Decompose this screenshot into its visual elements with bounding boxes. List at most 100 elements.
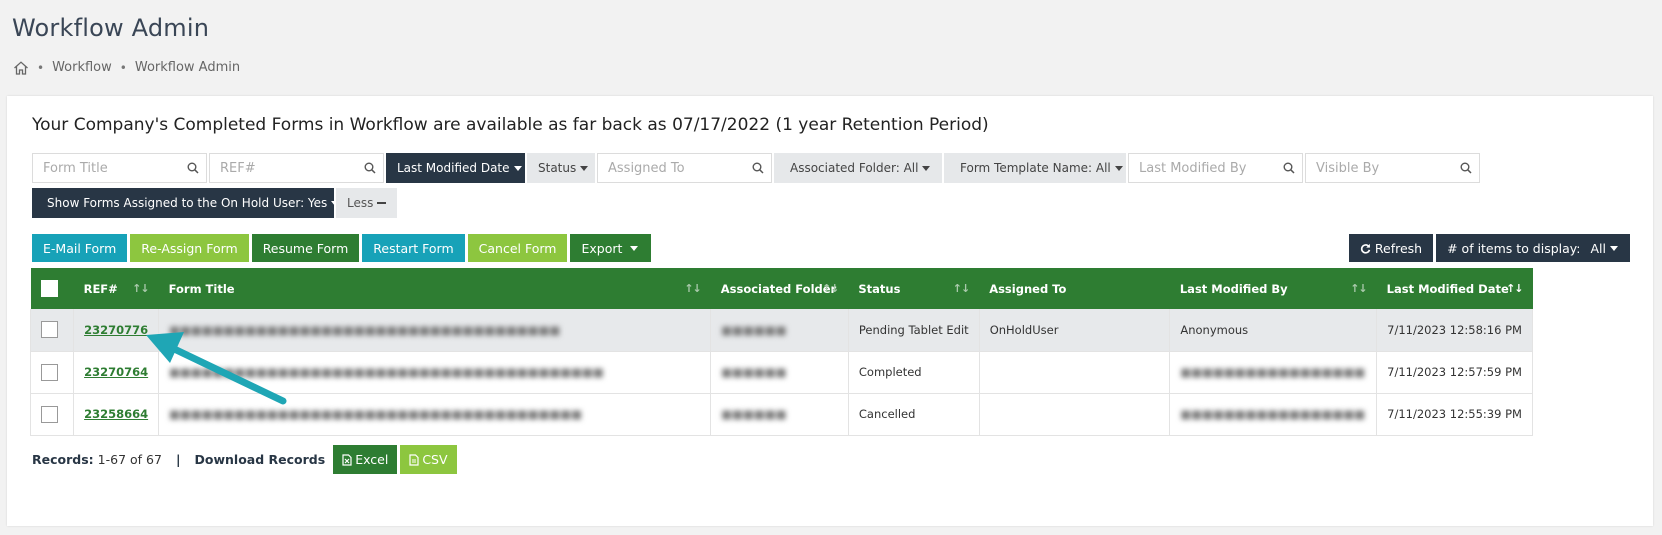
export-label: Export bbox=[581, 240, 623, 256]
ref-cell: 23258664 bbox=[73, 393, 160, 436]
modified-by-cell: Anonymous bbox=[1169, 309, 1378, 352]
sort-icon: ↑↓ bbox=[1506, 282, 1523, 295]
form-title-input[interactable] bbox=[33, 154, 206, 182]
col-status[interactable]: Status ↑↓ bbox=[848, 268, 980, 309]
col-last-modified-by[interactable]: Last Modified By ↑↓ bbox=[1169, 268, 1377, 309]
reassign-form-button[interactable]: Re-Assign Form bbox=[130, 234, 249, 262]
col-form-title[interactable]: Form Title ↑↓ bbox=[158, 268, 711, 309]
download-records-label: Download Records bbox=[194, 452, 326, 467]
last-modified-date-dropdown[interactable]: Last Modified Date bbox=[386, 153, 525, 183]
table-row[interactable]: 23270764 ■■■■■■■■■■■■■■■■■■■■■■■■■■■■■■■… bbox=[29, 351, 1533, 394]
col-last-modified-date[interactable]: Last Modified Date ↑↓ bbox=[1376, 268, 1533, 309]
modified-date-cell: 7/11/2023 12:57:59 PM bbox=[1376, 351, 1533, 394]
form-template-name-dropdown[interactable]: Form Template Name: All bbox=[944, 153, 1126, 183]
visible-by-input[interactable] bbox=[1306, 154, 1479, 182]
form-title-filter bbox=[32, 153, 207, 183]
ref-filter bbox=[209, 153, 384, 183]
redacted-text: ■■■■■■■■■■■■■■■■■■■■■■■■■■■■■■■■■■■■ bbox=[169, 322, 561, 337]
redacted-text: ■■■■■■ bbox=[721, 365, 787, 379]
modified-date-cell: 7/11/2023 12:58:16 PM bbox=[1376, 309, 1533, 352]
col-last-modified-by-label: Last Modified By bbox=[1179, 281, 1288, 296]
chevron-down-icon bbox=[1114, 165, 1123, 171]
row-checkbox[interactable] bbox=[41, 363, 58, 381]
ref-link[interactable]: 23270776 bbox=[84, 323, 148, 337]
folder-cell: ■■■■■■ bbox=[710, 351, 849, 394]
cancel-form-button[interactable]: Cancel Form bbox=[467, 234, 568, 262]
resume-form-button[interactable]: Resume Form bbox=[251, 234, 360, 262]
chevron-down-icon bbox=[630, 245, 639, 251]
ref-link[interactable]: 23258664 bbox=[84, 407, 148, 421]
restart-form-button[interactable]: Restart Form bbox=[362, 234, 465, 262]
filter-row: Show Forms Assigned to the On Hold User:… bbox=[32, 188, 398, 218]
forms-table: REF# ↑↓ Form Title ↑↓ Associated Folder ↑↓ … bbox=[29, 268, 1533, 436]
show-on-hold-dropdown[interactable]: Show Forms Assigned to the On Hold User:… bbox=[32, 188, 340, 218]
redacted-text: ■■■■■■ bbox=[721, 322, 787, 337]
csv-file-icon bbox=[409, 453, 419, 466]
select-all-header bbox=[30, 268, 74, 309]
records-count: 1-67 of 67 bbox=[97, 452, 162, 467]
separator: | bbox=[175, 452, 181, 467]
assigned-to-cell bbox=[979, 393, 1171, 436]
redacted-text: ■■■■■■■■■■■■■■■■■ bbox=[1180, 407, 1366, 421]
associated-folder-dropdown[interactable]: Associated Folder: All bbox=[774, 153, 942, 183]
col-ref-label: REF# bbox=[83, 281, 118, 296]
breadcrumb-separator: • bbox=[37, 60, 45, 75]
col-ref[interactable]: REF# ↑↓ bbox=[73, 268, 159, 309]
email-form-button[interactable]: E-Mail Form bbox=[32, 234, 128, 262]
assigned-to-input[interactable] bbox=[598, 154, 771, 182]
row-checkbox[interactable] bbox=[41, 321, 58, 339]
items-to-display-value: All bbox=[1590, 240, 1607, 256]
select-all-checkbox[interactable] bbox=[40, 280, 58, 297]
status-cell: Pending Tablet Edit bbox=[848, 309, 980, 352]
csv-button[interactable]: CSV bbox=[400, 445, 457, 474]
chevron-down-icon bbox=[513, 165, 522, 171]
table-row[interactable]: 23270776 ■■■■■■■■■■■■■■■■■■■■■■■■■■■■■■■… bbox=[29, 309, 1533, 352]
excel-button[interactable]: Excel bbox=[333, 445, 398, 474]
sort-icon: ↑↓ bbox=[684, 282, 701, 295]
row-select-cell bbox=[29, 309, 75, 352]
breadcrumb-separator: • bbox=[119, 60, 127, 75]
retention-notice: Your Company's Completed Forms in Workfl… bbox=[32, 115, 989, 135]
col-assigned-to[interactable]: Assigned To bbox=[979, 268, 1170, 309]
sort-icon: ↑↓ bbox=[132, 282, 149, 295]
table-footer: Records: 1-67 of 67 | Download Records E… bbox=[32, 445, 460, 474]
associated-folder-label: Associated Folder: All bbox=[790, 161, 919, 175]
records-label: Records: bbox=[32, 452, 94, 467]
row-select-cell bbox=[29, 393, 75, 436]
refresh-icon bbox=[1360, 243, 1371, 254]
redacted-text: ■■■■■■■■■■■■■■■■■ bbox=[1180, 365, 1366, 379]
col-status-label: Status bbox=[858, 281, 901, 296]
status-dropdown[interactable]: Status bbox=[527, 153, 595, 183]
col-associated-folder[interactable]: Associated Folder ↑↓ bbox=[710, 268, 849, 309]
sort-icon: ↑↓ bbox=[821, 282, 839, 295]
page-title: Workflow Admin bbox=[12, 14, 210, 42]
refresh-label: Refresh bbox=[1374, 240, 1423, 256]
breadcrumb: • Workflow • Workflow Admin bbox=[13, 60, 240, 75]
ref-cell: 23270776 bbox=[73, 309, 160, 352]
status-cell: Cancelled bbox=[848, 393, 980, 436]
minus-icon bbox=[377, 202, 387, 204]
main-card: Your Company's Completed Forms in Workfl… bbox=[7, 96, 1653, 526]
ref-input[interactable] bbox=[210, 154, 383, 182]
less-label: Less bbox=[347, 196, 374, 210]
visible-by-filter bbox=[1305, 153, 1480, 183]
assigned-to-cell bbox=[979, 351, 1171, 394]
export-button[interactable]: Export bbox=[570, 234, 652, 262]
items-to-display-dropdown[interactable]: # of items to display: All bbox=[1436, 234, 1630, 262]
status-cell: Completed bbox=[848, 351, 980, 394]
refresh-button[interactable]: Refresh bbox=[1348, 234, 1434, 262]
right-toolbar: Refresh # of items to display: All bbox=[1348, 234, 1633, 262]
home-icon[interactable] bbox=[13, 60, 29, 75]
action-toolbar: E-Mail Form Re-Assign Form Resume Form R… bbox=[32, 234, 654, 262]
breadcrumb-workflow[interactable]: Workflow bbox=[52, 60, 112, 75]
ref-link[interactable]: 23270764 bbox=[84, 365, 148, 379]
row-checkbox[interactable] bbox=[41, 405, 58, 423]
less-button[interactable]: Less bbox=[336, 188, 398, 218]
table-row[interactable]: 23258664 ■■■■■■■■■■■■■■■■■■■■■■■■■■■■■■■… bbox=[29, 393, 1533, 436]
table-header-row: REF# ↑↓ Form Title ↑↓ Associated Folder ↑↓ … bbox=[30, 268, 1533, 309]
csv-label: CSV bbox=[422, 452, 448, 467]
search-icon bbox=[1460, 162, 1472, 174]
form-title-cell: ■■■■■■■■■■■■■■■■■■■■■■■■■■■■■■■■■■■■ bbox=[158, 309, 712, 352]
last-modified-by-input[interactable] bbox=[1129, 154, 1302, 182]
excel-label: Excel bbox=[355, 452, 389, 467]
